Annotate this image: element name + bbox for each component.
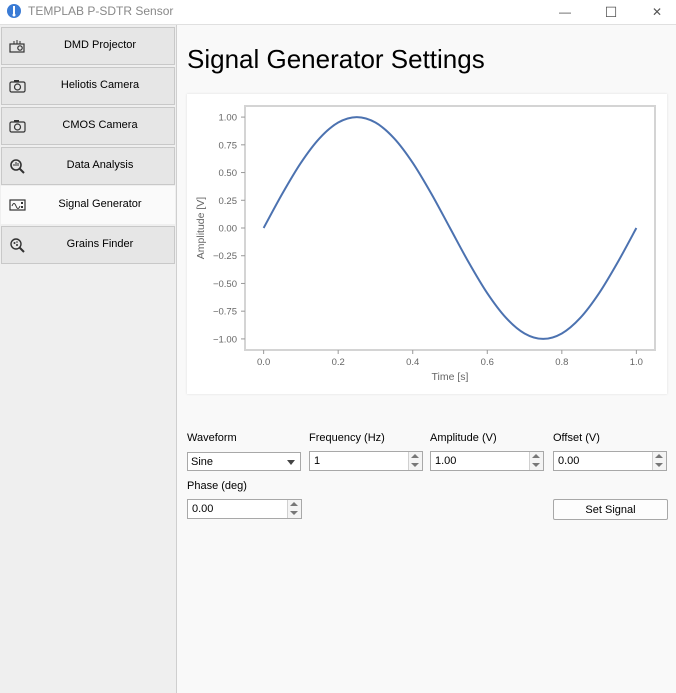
page-title: Signal Generator Settings: [187, 44, 485, 74]
chevron-down-icon: [287, 460, 295, 465]
sidebar-item-label: CMOS Camera: [62, 119, 138, 131]
sidebar-item-label: Heliotis Camera: [60, 79, 140, 91]
arrow-down-icon[interactable]: [290, 511, 298, 515]
sidebar-item-data-analysis[interactable]: Data Analysis: [1, 147, 175, 185]
y-tick-label: −0.25: [213, 251, 237, 262]
arrow-up-icon[interactable]: [290, 502, 298, 506]
y-tick-label: −0.75: [213, 307, 237, 318]
sidebar-item-label: Grains Finder: [66, 238, 134, 250]
amplitude-value: 1.00: [435, 455, 457, 467]
app-logo-icon: [7, 4, 21, 18]
signal-generator-icon: [9, 199, 26, 211]
amplitude-spinbox[interactable]: 1.00: [430, 451, 544, 471]
arrow-down-icon[interactable]: [532, 463, 540, 467]
set-signal-button[interactable]: Set Signal: [553, 499, 668, 520]
y-tick-label: 0.75: [219, 140, 238, 151]
sidebar: DMD Projector Heliotis Camera CMOS Camer…: [0, 25, 177, 693]
y-tick-label: 0.25: [219, 196, 238, 207]
y-axis-label: Amplitude [V]: [195, 197, 207, 260]
y-tick-label: 1.00: [219, 113, 238, 124]
phase-value: 0.00: [192, 503, 214, 515]
close-button[interactable]: ✕: [634, 0, 676, 24]
y-tick-label: −0.50: [213, 279, 237, 290]
x-tick-label: 0.2: [332, 357, 345, 368]
waveform-select[interactable]: Sine: [187, 452, 301, 471]
phase-label: Phase (deg): [187, 480, 247, 492]
x-tick-label: 0.8: [555, 357, 568, 368]
waveform-label: Waveform: [187, 432, 237, 444]
minimize-icon: —: [559, 5, 571, 19]
maximize-icon: ☐: [604, 3, 618, 20]
camera-icon: [9, 80, 26, 93]
window-title: TEMPLAB P-SDTR Sensor: [28, 4, 174, 18]
phase-spinbox[interactable]: 0.00: [187, 499, 302, 519]
title-bar: TEMPLAB P-SDTR Sensor — ☐ ✕: [0, 0, 676, 25]
arrow-up-icon[interactable]: [411, 454, 419, 458]
y-tick-label: 0.00: [219, 224, 238, 235]
x-tick-label: 0.6: [481, 357, 494, 368]
arrow-up-icon[interactable]: [532, 454, 540, 458]
phase-stepper[interactable]: [287, 500, 301, 518]
x-tick-label: 0.0: [257, 357, 270, 368]
projector-icon: [9, 40, 25, 53]
offset-label: Offset (V): [553, 432, 600, 444]
offset-stepper[interactable]: [652, 452, 666, 470]
frequency-spinbox[interactable]: 1: [309, 451, 423, 471]
frequency-value: 1: [314, 455, 321, 467]
amplitude-label: Amplitude (V): [430, 432, 497, 444]
sidebar-item-label: Signal Generator: [58, 198, 142, 210]
sidebar-item-label: Data Analysis: [66, 159, 134, 171]
amplitude-stepper[interactable]: [529, 452, 543, 470]
sidebar-item-signal-generator[interactable]: Signal Generator: [1, 186, 175, 224]
waveform-value: Sine: [191, 456, 214, 468]
y-tick-label: 0.50: [219, 168, 238, 179]
signal-plot-panel: 1.00 0.75 0.50 0.25 0.00 −0.25 −0.50 −0.75 −1.00…: [187, 94, 667, 394]
signal-plot: 1.00 0.75 0.50 0.25 0.00 −0.25 −0.50 −0.75 −1.00…: [195, 105, 656, 383]
x-tick-label: 0.4: [406, 357, 419, 368]
camera-icon: [9, 120, 26, 133]
sidebar-item-cmos-camera[interactable]: CMOS Camera: [1, 107, 175, 145]
y-tick-label: −1.00: [213, 334, 237, 345]
frequency-label: Frequency (Hz): [309, 432, 385, 444]
grains-search-icon: [10, 238, 25, 253]
sidebar-item-label: DMD Projector: [63, 39, 137, 51]
offset-value: 0.00: [558, 455, 580, 467]
arrow-down-icon[interactable]: [411, 463, 419, 467]
maximize-button[interactable]: ☐: [588, 0, 634, 24]
sidebar-item-dmd-projector[interactable]: DMD Projector: [1, 27, 175, 65]
sidebar-item-heliotis-camera[interactable]: Heliotis Camera: [1, 67, 175, 105]
magnifier-chart-icon: [10, 159, 25, 174]
x-tick-label: 1.0: [630, 357, 643, 368]
close-icon: ✕: [651, 5, 663, 19]
arrow-down-icon[interactable]: [655, 463, 663, 467]
sidebar-item-grains-finder[interactable]: Grains Finder: [1, 226, 175, 264]
offset-spinbox[interactable]: 0.00: [553, 451, 667, 471]
x-axis-label: Time [s]: [432, 371, 469, 383]
arrow-up-icon[interactable]: [655, 454, 663, 458]
minimize-button[interactable]: —: [542, 0, 588, 24]
frequency-stepper[interactable]: [408, 452, 422, 470]
